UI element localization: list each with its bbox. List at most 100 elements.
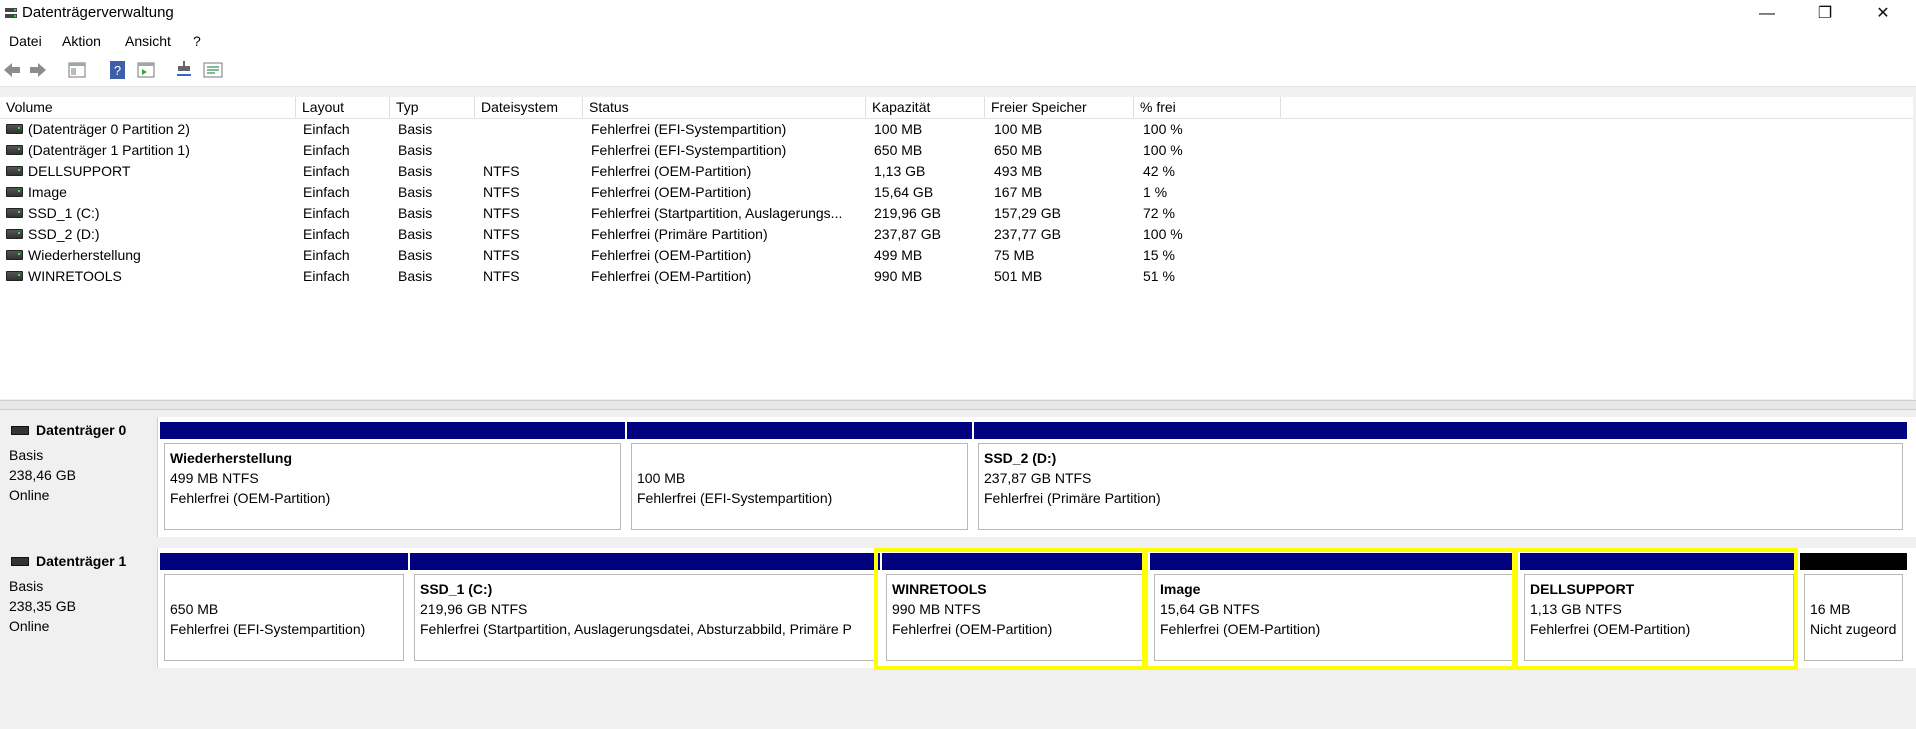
restore-button[interactable]: ❐ <box>1796 0 1854 28</box>
table-cell-layout: Einfach <box>303 163 350 179</box>
table-cell-layout: Einfach <box>303 247 350 263</box>
partition-name: SSD_2 (D:) <box>984 450 1057 466</box>
partition-block[interactable]: SSD_1 (C:) 219,96 GB NTFS Fehlerfrei (Star… <box>410 553 882 663</box>
partition-size: 219,96 GB NTFS <box>420 601 528 617</box>
table-cell-dateisystem <box>483 119 583 140</box>
volume-icon <box>6 229 23 240</box>
table-row[interactable]: SSD_1 (C:) Einfach Basis NTFS Fehlerfrei (St… <box>0 203 1913 224</box>
column-header-volume[interactable]: Volume <box>0 97 296 118</box>
partition-block[interactable]: DELLSUPPORT 1,13 GB NTFS Fehlerfrei (OEM-P… <box>1512 548 1800 670</box>
table-cell-dateisystem: NTFS <box>483 184 520 200</box>
disk-row-1: Datenträger 1 Basis 238,35 GB Online 650… <box>0 548 1916 670</box>
back-icon[interactable] <box>2 60 22 80</box>
table-cell-layout: Einfach <box>303 226 350 242</box>
table-cell-kapazität: 15,64 GB <box>874 184 934 200</box>
table-cell-dateisystem: NTFS <box>483 163 520 179</box>
volume-icon <box>6 145 23 156</box>
rescan-icon[interactable] <box>174 60 194 80</box>
table-row[interactable]: WINRETOOLS Einfach Basis NTFS Fehlerfrei (OE… <box>0 266 1913 287</box>
partition-status: Fehlerfrei (OEM-Partition) <box>170 490 331 506</box>
table-cell-dateisystem <box>483 140 583 161</box>
forward-icon[interactable] <box>28 60 48 80</box>
table-cell-freier-speicher: 493 MB <box>994 163 1043 179</box>
table-cell-volume: DELLSUPPORT <box>6 161 296 182</box>
table-cell-%-frei: 100 % <box>1143 142 1183 158</box>
table-cell-kapazität: 499 MB <box>874 247 923 263</box>
properties-icon[interactable] <box>67 60 87 80</box>
table-cell-freier-speicher: 237,77 GB <box>994 226 1061 242</box>
partition-size: 16 MB <box>1810 601 1851 617</box>
close-button[interactable]: ✕ <box>1854 0 1912 28</box>
disk-icon <box>11 426 29 435</box>
help-icon[interactable]: ? <box>108 60 128 80</box>
table-cell-kapazität: 1,13 GB <box>874 163 926 179</box>
partition-block[interactable]: 16 MB Nicht zugeord <box>1800 553 1909 663</box>
svg-text:?: ? <box>114 63 121 78</box>
table-cell-%-frei: 42 % <box>1143 163 1175 179</box>
pane-splitter[interactable] <box>0 400 1916 410</box>
table-cell-%-frei: 100 % <box>1143 226 1183 242</box>
partition-info: 650 MB Fehlerfrei (EFI-Systempartition) <box>164 574 404 661</box>
column-header-status[interactable]: Status <box>583 97 866 118</box>
disk-state: Online <box>9 618 50 634</box>
partition-block[interactable]: WINRETOOLS 990 MB NTFS Fehlerfrei (OEM-Par… <box>874 548 1150 670</box>
disk-info-1[interactable]: Datenträger 1 Basis 238,35 GB Online <box>0 548 158 668</box>
menu-ansicht[interactable]: Ansicht <box>125 33 171 49</box>
partition-name: SSD_1 (C:) <box>420 581 493 597</box>
column-header-prozent-frei[interactable]: % frei <box>1134 97 1281 118</box>
disk-name: Datenträger 0 <box>36 422 127 438</box>
partition-status: Fehlerfrei (Primäre Partition) <box>984 490 1161 506</box>
details-icon[interactable] <box>203 60 223 80</box>
minimize-button[interactable]: — <box>1738 0 1796 28</box>
table-cell-%-frei: 15 % <box>1143 247 1175 263</box>
partition-bar <box>160 422 625 439</box>
table-cell-status: Fehlerfrei (EFI-Systempartition) <box>591 142 787 158</box>
column-header-freier-speicher[interactable]: Freier Speicher <box>985 97 1134 118</box>
highlight-frame <box>1142 548 1518 670</box>
disk-type: Basis <box>9 447 44 463</box>
disk-info-0[interactable]: Datenträger 0 Basis 238,46 GB Online <box>0 417 158 537</box>
partition-info: Wiederherstellung 499 MB NTFS Fehlerfrei (… <box>164 443 621 530</box>
volume-name: WINRETOOLS <box>28 268 122 284</box>
partition-block[interactable]: Image 15,64 GB NTFS Fehlerfrei (OEM-Partit… <box>1142 548 1520 670</box>
column-header-dateisystem[interactable]: Dateisystem <box>475 97 583 118</box>
partition-block[interactable]: 100 MB Fehlerfrei (EFI-Systempartition) <box>627 422 974 532</box>
table-cell-%-frei: 100 % <box>1143 121 1183 137</box>
table-cell-status: Fehlerfrei (OEM-Partition) <box>591 184 752 200</box>
menu-datei[interactable]: Datei <box>9 33 42 49</box>
title-bar: Datenträgerverwaltung — ❐ ✕ <box>0 0 1916 28</box>
volume-icon <box>6 124 23 135</box>
column-header-kapazitaet[interactable]: Kapazität <box>866 97 985 118</box>
window-title: Datenträgerverwaltung <box>22 4 174 21</box>
table-row[interactable]: Image Einfach Basis NTFS Fehlerfrei (OEM-Par… <box>0 182 1913 203</box>
partition-block[interactable]: SSD_2 (D:) 237,87 GB NTFS Fehlerfrei (Prim… <box>974 422 1909 532</box>
table-cell-volume: SSD_1 (C:) <box>6 203 296 224</box>
partition-size: 650 MB <box>170 601 219 617</box>
menu-help[interactable]: ? <box>193 33 201 49</box>
table-row[interactable]: SSD_2 (D:) Einfach Basis NTFS Fehlerfrei (Pr… <box>0 224 1913 245</box>
table-cell-dateisystem: NTFS <box>483 226 520 242</box>
menu-aktion[interactable]: Aktion <box>62 33 101 49</box>
partition-block[interactable]: Wiederherstellung 499 MB NTFS Fehlerfrei (… <box>160 422 627 532</box>
table-row[interactable]: (Datenträger 1 Partition 1) Einfach Basis F… <box>0 140 1913 161</box>
volume-list: Volume Layout Typ Dateisystem Status Kap… <box>0 97 1913 399</box>
table-cell-volume: WINRETOOLS <box>6 266 296 287</box>
table-cell-layout: Einfach <box>303 184 350 200</box>
table-cell-status: Fehlerfrei (OEM-Partition) <box>591 268 752 284</box>
column-header-typ[interactable]: Typ <box>390 97 475 118</box>
partition-block[interactable]: 650 MB Fehlerfrei (EFI-Systempartition) <box>160 553 410 663</box>
show-pane-icon[interactable] <box>136 60 156 80</box>
table-cell-status: Fehlerfrei (Startpartition, Auslagerungs… <box>591 205 843 221</box>
table-row[interactable]: Wiederherstellung Einfach Basis NTFS Fehlerf… <box>0 245 1913 266</box>
table-cell-freier-speicher: 75 MB <box>994 247 1035 263</box>
table-cell-status: Fehlerfrei (OEM-Partition) <box>591 163 752 179</box>
highlight-frame <box>1512 548 1798 670</box>
column-header-layout[interactable]: Layout <box>296 97 390 118</box>
table-cell-layout: Einfach <box>303 268 350 284</box>
partition-name: Wiederherstellung <box>170 450 293 466</box>
disk-type: Basis <box>9 578 44 594</box>
table-cell-volume: Wiederherstellung <box>6 245 296 266</box>
table-row[interactable]: DELLSUPPORT Einfach Basis NTFS Fehlerfrei (O… <box>0 161 1913 182</box>
disk-size: 238,46 GB <box>9 467 76 483</box>
table-row[interactable]: (Datenträger 0 Partition 2) Einfach Basis F… <box>0 119 1913 140</box>
